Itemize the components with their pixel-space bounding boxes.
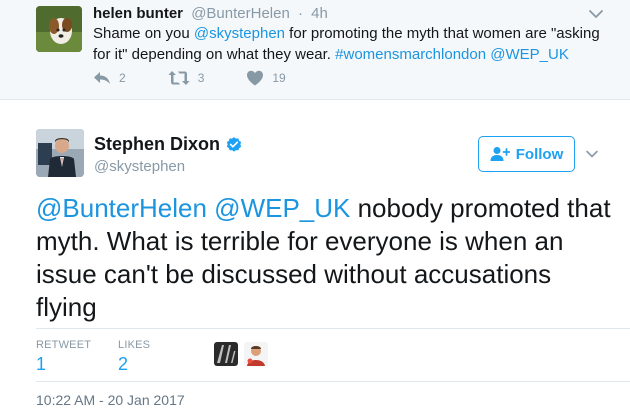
hashtag-link[interactable]: #womensmarchlondon [335, 46, 486, 63]
avatar-stephen-dixon[interactable] [36, 129, 84, 177]
heart-icon [247, 70, 264, 86]
like-count: 19 [272, 71, 286, 85]
retweet-stat-value: 1 [36, 354, 47, 374]
author-handle[interactable]: @BunterHelen [191, 5, 290, 22]
reply-icon [94, 72, 110, 84]
chevron-down-icon[interactable] [584, 146, 600, 162]
mention-link[interactable]: @BunterHelen [36, 193, 207, 223]
liker-avatar[interactable] [244, 342, 268, 366]
liker-avatar[interactable] [214, 342, 238, 366]
parent-tweet-text: Shame on you @skystephen for promoting t… [93, 23, 613, 65]
retweet-icon [168, 71, 190, 85]
likes-stat-label: LIKES [118, 339, 151, 351]
follow-label: Follow [515, 145, 564, 163]
like-action[interactable]: 19 [246, 70, 286, 86]
author-handle[interactable]: @skystephen [94, 158, 185, 175]
reply-action[interactable]: 2 [93, 70, 126, 86]
retweet-stat-label: RETWEET [36, 339, 92, 351]
mention-link[interactable]: @WEP_UK [490, 46, 569, 63]
mention-link[interactable]: @skystephen [194, 25, 285, 42]
tweet-text-segment: Shame on you [93, 25, 194, 42]
tweet-stats: RETWEET 1 LIKES 2 [36, 328, 630, 382]
tweet-timestamp[interactable]: 10:22 AM - 20 Jan 2017 [36, 392, 185, 408]
reply-count: 2 [119, 71, 126, 85]
mention-link[interactable]: @WEP_UK [214, 193, 350, 223]
parent-tweet-header: helen bunter @BunterHelen · 4h [93, 5, 328, 23]
retweet-stat[interactable]: RETWEET 1 [36, 339, 91, 375]
tweet-time[interactable]: 4h [311, 5, 328, 22]
main-tweet-text: @BunterHelen @WEP_UK nobody promoted tha… [36, 192, 616, 324]
follow-button[interactable]: Follow [478, 136, 575, 172]
retweet-count: 3 [197, 71, 205, 85]
retweet-action[interactable]: 3 [168, 70, 205, 86]
chevron-down-icon[interactable] [586, 4, 606, 24]
author-name[interactable]: helen bunter [93, 5, 183, 22]
likers-avatars [214, 342, 274, 366]
verified-badge-icon [226, 136, 242, 152]
likes-stat[interactable]: LIKES 2 [118, 339, 150, 375]
parent-tweet[interactable]: helen bunter @BunterHelen · 4h Shame on … [0, 0, 630, 100]
parent-tweet-actions: 2 3 19 [93, 68, 328, 88]
likes-stat-value: 2 [118, 354, 129, 374]
author-name-row: Stephen Dixon [94, 134, 243, 155]
add-user-icon [490, 147, 510, 161]
meta-separator: · [297, 5, 303, 22]
author-name[interactable]: Stephen Dixon [94, 134, 220, 155]
avatar-helen-bunter[interactable] [36, 6, 82, 52]
